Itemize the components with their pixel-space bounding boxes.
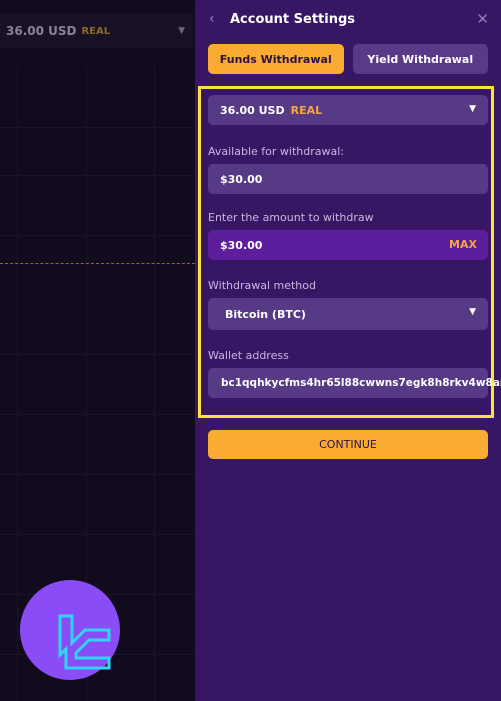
caret-down-icon: ▼ xyxy=(178,26,185,36)
amount-input[interactable]: $30.00 MAX xyxy=(208,230,488,260)
withdrawal-method-select[interactable]: Bitcoin (BTC) ▼ xyxy=(208,298,488,330)
available-amount-value: $30.00 xyxy=(220,172,263,186)
grid-line xyxy=(0,127,195,128)
panel-title: Account Settings xyxy=(230,12,356,27)
caret-down-icon: ▼ xyxy=(469,307,476,317)
logo-icon xyxy=(58,614,111,670)
amount-label: Enter the amount to withdraw xyxy=(208,211,374,224)
chart-area: 36.00 USD REAL ▼ xyxy=(0,0,195,701)
account-selector[interactable]: 36.00 USD REAL ▼ xyxy=(0,14,193,48)
grid-line xyxy=(0,474,195,475)
method-label: Withdrawal method xyxy=(208,279,316,292)
price-line xyxy=(0,263,195,264)
caret-down-icon: ▼ xyxy=(469,104,476,114)
available-amount-field: $30.00 xyxy=(208,164,488,194)
account-settings-panel: ‹ Account Settings ✕ Funds Withdrawal Yi… xyxy=(195,0,501,701)
account-select-amount: 36.00 USD xyxy=(220,103,285,117)
account-select[interactable]: 36.00 USD REAL ▼ xyxy=(208,95,488,125)
withdrawal-method-value: Bitcoin (BTC) xyxy=(225,307,306,321)
wallet-address-value: bc1qqhkycfms4hr65l88cwwns7egk8h8rkv4w8am… xyxy=(221,377,501,389)
available-label: Available for withdrawal: xyxy=(208,145,344,158)
wallet-label: Wallet address xyxy=(208,349,289,362)
max-button[interactable]: MAX xyxy=(449,238,477,251)
grid-line xyxy=(0,235,195,236)
grid-line xyxy=(0,414,195,415)
chevron-left-icon[interactable]: ‹ xyxy=(209,11,215,27)
account-select-badge: REAL xyxy=(290,103,323,117)
brand-logo xyxy=(20,580,120,680)
tab-funds-withdrawal[interactable]: Funds Withdrawal xyxy=(208,44,344,74)
account-type-badge: REAL xyxy=(81,25,111,37)
panel-header: ‹ Account Settings ✕ xyxy=(195,0,501,40)
grid-line xyxy=(17,66,18,701)
close-icon[interactable]: ✕ xyxy=(476,10,489,28)
amount-input-value: $30.00 xyxy=(220,238,263,252)
withdrawal-tabs: Funds Withdrawal Yield Withdrawal xyxy=(208,44,488,74)
grid-line xyxy=(0,175,195,176)
account-amount: 36.00 USD xyxy=(6,24,77,38)
grid-line xyxy=(154,66,155,701)
wallet-address-input[interactable]: bc1qqhkycfms4hr65l88cwwns7egk8h8rkv4w8am… xyxy=(208,368,501,398)
continue-button[interactable]: CONTINUE xyxy=(208,430,488,459)
tab-yield-withdrawal[interactable]: Yield Withdrawal xyxy=(352,44,488,74)
grid-line xyxy=(0,354,195,355)
grid-line xyxy=(0,534,195,535)
